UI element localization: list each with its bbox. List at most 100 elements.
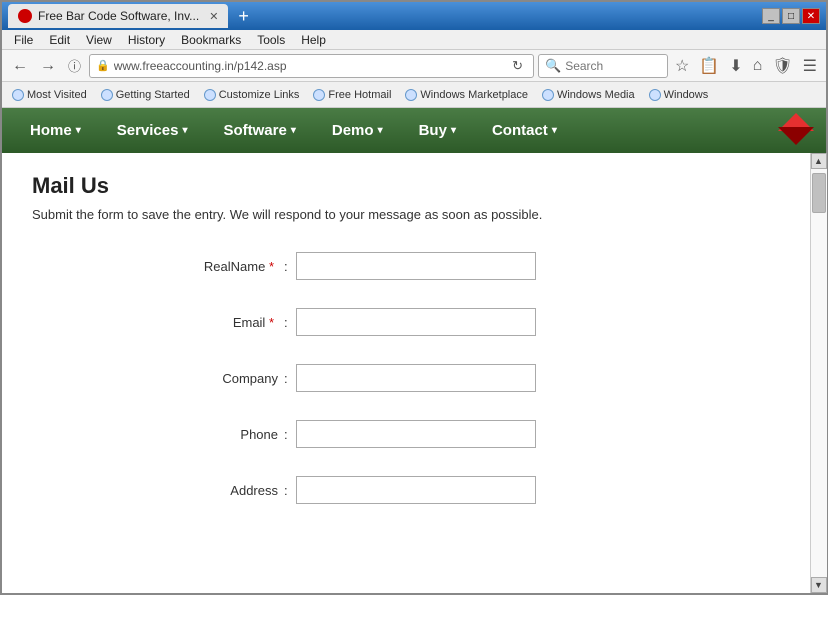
bookmark-icon <box>204 89 216 101</box>
bookmark-windows[interactable]: Windows <box>643 87 715 103</box>
menu-tools[interactable]: Tools <box>249 31 293 49</box>
menu-file[interactable]: File <box>6 31 41 49</box>
nav-home-label: Home <box>30 122 72 139</box>
home-icon[interactable]: ⌂ <box>750 55 766 77</box>
menu-icon[interactable]: ☰ <box>800 54 820 78</box>
browser-window: Free Bar Code Software, Inv... ✕ + _ □ ✕… <box>0 0 828 595</box>
input-address[interactable] <box>296 476 536 504</box>
label-email: Email * <box>104 315 284 330</box>
form-row-email: Email * : <box>104 308 724 336</box>
search-input[interactable] <box>565 59 665 73</box>
input-company[interactable] <box>296 364 536 392</box>
nav-software-label: Software <box>223 122 286 139</box>
nav-software-arrow: ▾ <box>291 125 296 136</box>
label-company: Company <box>104 371 284 386</box>
scroll-up-arrow[interactable]: ▲ <box>811 153 827 169</box>
bookmark-windows-marketplace[interactable]: Windows Marketplace <box>399 87 534 103</box>
nav-services[interactable]: Services ▾ <box>99 114 206 147</box>
nav-demo-arrow: ▾ <box>378 125 383 136</box>
nav-services-arrow: ▾ <box>182 125 187 136</box>
search-box[interactable]: 🔍 <box>538 54 668 78</box>
required-indicator: * <box>265 259 274 274</box>
nav-buy[interactable]: Buy ▾ <box>401 114 474 147</box>
colon: : <box>284 259 288 274</box>
maximize-button[interactable]: □ <box>782 8 800 24</box>
close-button[interactable]: ✕ <box>802 8 820 24</box>
label-address: Address <box>104 483 284 498</box>
form-row-phone: Phone : <box>104 420 724 448</box>
tab-favicon <box>18 9 32 23</box>
tab-close-button[interactable]: ✕ <box>209 10 218 23</box>
scrollbar[interactable]: ▲ ▼ <box>810 153 826 593</box>
bookmark-icon <box>649 89 661 101</box>
form-row-company: Company : <box>104 364 724 392</box>
input-phone[interactable] <box>296 420 536 448</box>
bookmark-label: Windows <box>664 89 709 101</box>
menu-help[interactable]: Help <box>293 31 334 49</box>
menu-bookmarks[interactable]: Bookmarks <box>173 31 249 49</box>
label-realname: RealName * <box>104 259 284 274</box>
form-row-realname: RealName * : <box>104 252 724 280</box>
scroll-down-arrow[interactable]: ▼ <box>811 577 827 593</box>
colon: : <box>284 315 288 330</box>
minimize-button[interactable]: _ <box>762 8 780 24</box>
bookmark-label: Windows Marketplace <box>420 89 528 101</box>
bookmark-icon <box>12 89 24 101</box>
colon: : <box>284 427 288 442</box>
nav-home[interactable]: Home ▾ <box>12 114 99 147</box>
star-icon[interactable]: ☆ <box>672 54 692 78</box>
title-bar: Free Bar Code Software, Inv... ✕ + _ □ ✕ <box>2 2 826 30</box>
input-email[interactable] <box>296 308 536 336</box>
nav-software[interactable]: Software ▾ <box>205 114 313 147</box>
tab-title: Free Bar Code Software, Inv... <box>38 9 199 23</box>
input-realname[interactable] <box>296 252 536 280</box>
address-bar[interactable]: 🔒 ↻ <box>89 54 534 78</box>
bookmark-icon <box>542 89 554 101</box>
address-input[interactable] <box>114 59 504 73</box>
contact-form: RealName * : Email * : Company : <box>104 252 724 504</box>
shield-icon[interactable]: 🛡 <box>769 54 795 78</box>
scroll-thumb[interactable] <box>812 173 826 213</box>
nav-demo-label: Demo <box>332 122 374 139</box>
main-nav: Home ▾ Services ▾ Software ▾ Demo ▾ Buy … <box>2 108 826 153</box>
menu-history[interactable]: History <box>120 31 173 49</box>
bookmark-most-visited[interactable]: Most Visited <box>6 87 93 103</box>
nav-buy-label: Buy <box>419 122 447 139</box>
bookmark-icon <box>405 89 417 101</box>
page-title: Mail Us <box>32 173 796 199</box>
nav-bar: ← → ⓘ 🔒 ↻ 🔍 ☆ 📋 ⬇ ⌂ 🛡 ☰ <box>2 50 826 82</box>
page-subtitle: Submit the form to save the entry. We wi… <box>32 207 796 222</box>
menu-view[interactable]: View <box>78 31 120 49</box>
download-icon[interactable]: ⬇ <box>726 54 745 78</box>
tab-strip: Free Bar Code Software, Inv... ✕ + <box>8 4 249 28</box>
form-row-address: Address : <box>104 476 724 504</box>
lock-icon: 🔒 <box>96 59 110 72</box>
refresh-button[interactable]: ↻ <box>508 56 527 76</box>
nav-demo[interactable]: Demo ▾ <box>314 114 401 147</box>
new-tab-button[interactable]: + <box>238 7 249 25</box>
back-button[interactable]: ← <box>8 55 32 77</box>
bookmark-label: Customize Links <box>219 89 300 101</box>
nav-contact-label: Contact <box>492 122 548 139</box>
bookmark-windows-media[interactable]: Windows Media <box>536 87 641 103</box>
toolbar-icons: ☆ 📋 ⬇ ⌂ 🛡 ☰ <box>672 54 820 78</box>
bookmark-icon <box>313 89 325 101</box>
bookmark-customize-links[interactable]: Customize Links <box>198 87 306 103</box>
scroll-track[interactable] <box>811 169 827 577</box>
menu-bar: File Edit View History Bookmarks Tools H… <box>2 30 826 50</box>
site-logo <box>776 113 816 149</box>
nav-home-arrow: ▾ <box>76 125 81 136</box>
nav-buy-arrow: ▾ <box>451 125 456 136</box>
bookmark-icon[interactable]: 📋 <box>696 54 722 78</box>
menu-edit[interactable]: Edit <box>41 31 78 49</box>
nav-services-label: Services <box>117 122 179 139</box>
forward-button[interactable]: → <box>36 55 60 77</box>
bookmark-icon <box>101 89 113 101</box>
bookmark-getting-started[interactable]: Getting Started <box>95 87 196 103</box>
info-button[interactable]: ⓘ <box>64 54 85 77</box>
nav-contact[interactable]: Contact ▾ <box>474 114 575 147</box>
bookmark-label: Free Hotmail <box>328 89 391 101</box>
active-tab[interactable]: Free Bar Code Software, Inv... ✕ <box>8 4 228 28</box>
bookmark-free-hotmail[interactable]: Free Hotmail <box>307 87 397 103</box>
bookmark-label: Windows Media <box>557 89 635 101</box>
